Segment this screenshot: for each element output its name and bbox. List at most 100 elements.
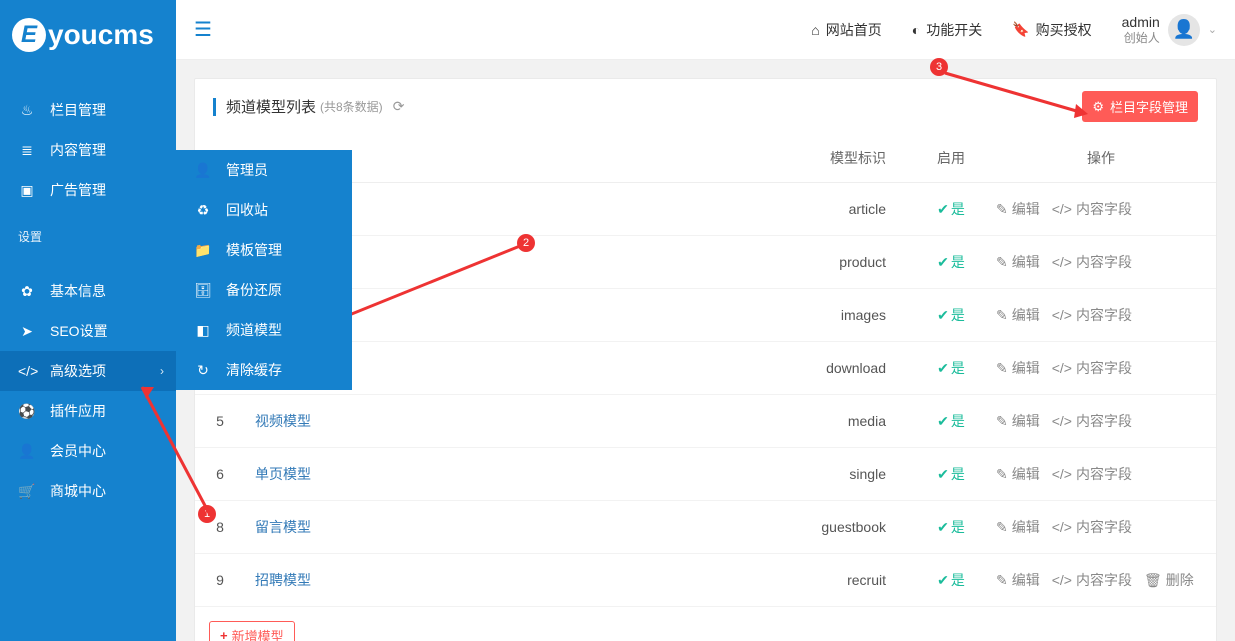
edit-link[interactable]: ✎编辑 [996,360,1040,376]
cell-ops: ✎编辑 </>内容字段 [986,448,1216,501]
button-label: 栏目字段管理 [1110,97,1188,116]
field-link[interactable]: </>内容字段 [1052,519,1132,535]
sidebar-item-label: 内容管理 [50,140,106,160]
edit-link[interactable]: ✎编辑 [996,307,1040,323]
topbar-home[interactable]: ⌂网站首页 [811,20,881,40]
cell-enable[interactable]: ✔是 [916,448,986,501]
sidebar-section-title: 设置 [0,210,176,251]
submenu-item-label: 管理员 [226,160,268,180]
cell-name[interactable]: 留言模型 [245,501,527,554]
sidebar-item-content[interactable]: ≣ 内容管理 [0,130,176,170]
cell-ident: images [527,289,916,342]
submenu-item-recycle[interactable]: ♻回收站 [176,190,352,230]
topbar-label: 购买授权 [1036,20,1092,40]
cell-ops: ✎编辑 </>内容字段 [986,289,1216,342]
field-link[interactable]: </>内容字段 [1052,307,1132,323]
refresh-icon[interactable]: ⟳ [393,98,405,115]
check-icon: ✔ [937,572,949,588]
sitemap-icon: ♨ [18,102,36,119]
sidebar-item-ads[interactable]: ▣广告管理 [0,170,176,210]
sidebar-nav-primary: ♨ 栏目管理 ≣ 内容管理 ▣广告管理 [0,70,176,210]
cell-enable[interactable]: ✔是 [916,342,986,395]
field-link[interactable]: </>内容字段 [1052,254,1132,270]
submenu-advanced: 👤 管理员 ♻回收站 📁模板管理 🗄备份还原 ◧频道模型 ↻清除缓存 [176,150,352,390]
edit-icon: ✎ [996,360,1008,376]
sidebar-item-columns[interactable]: ♨ 栏目管理 [0,90,176,130]
toggle-icon: ◐ [912,22,920,38]
refresh-icon: ↻ [194,362,212,379]
sidebar-item-label: 插件应用 [50,401,106,421]
edit-link[interactable]: ✎编辑 [996,254,1040,270]
submenu-item-channel[interactable]: ◧频道模型 [176,310,352,350]
cell-enable[interactable]: ✔是 [916,183,986,236]
list-icon: ≣ [18,142,36,159]
field-link[interactable]: </>内容字段 [1052,466,1132,482]
cell-enable[interactable]: ✔是 [916,554,986,607]
chevron-down-icon: ⌄ [1208,23,1217,36]
submenu-item-clear-cache[interactable]: ↻清除缓存 [176,350,352,390]
user-icon: 👤 [18,443,36,460]
add-model-button[interactable]: +新增模型 [209,621,295,641]
edit-link[interactable]: ✎编辑 [996,201,1040,217]
gear-icon: ✿ [18,283,36,300]
annotation-arrow-3 [940,68,1100,128]
code-icon: </> [1052,413,1072,429]
edit-icon: ✎ [996,254,1008,270]
sidebar-item-label: SEO设置 [50,321,108,341]
submenu-item-template[interactable]: 📁模板管理 [176,230,352,270]
table-row: 9招聘模型recruit✔是✎编辑</>内容字段🗑删除 [195,554,1216,607]
user-icon: 👤 [194,162,212,179]
sidebar-item-label: 广告管理 [50,180,106,200]
cell-enable[interactable]: ✔是 [916,236,986,289]
field-link[interactable]: </>内容字段 [1052,413,1132,429]
sidebar: Eyoucms ♨ 栏目管理 ≣ 内容管理 ▣广告管理 设置 ✿基本信息 ➤ SEO设… [0,0,176,641]
panel-title: 频道模型列表 [226,96,316,117]
submenu-item-admin[interactable]: 👤 管理员 [176,150,352,190]
hamburger-icon[interactable]: ☰ [194,17,212,42]
logo-text: youcms [48,19,154,51]
code-icon: </> [1052,572,1072,588]
field-link[interactable]: </>内容字段 [1052,572,1132,588]
edit-link[interactable]: ✎编辑 [996,413,1040,429]
field-link[interactable]: </>内容字段 [1052,201,1132,217]
cell-ops: ✎编辑 </>内容字段 [986,236,1216,289]
submenu-item-backup[interactable]: 🗄备份还原 [176,270,352,310]
delete-link[interactable]: 🗑删除 [1144,572,1194,588]
logo: Eyoucms [0,0,176,70]
sidebar-item-label: 商城中心 [50,481,106,501]
plane-icon: ➤ [18,323,36,340]
cell-index: 9 [195,554,245,607]
topbar-auth[interactable]: 🔖 购买授权 [1012,20,1091,40]
cell-name[interactable]: 招聘模型 [245,554,527,607]
cell-ident: single [527,448,916,501]
topbar-label: 功能开关 [926,20,982,40]
trash-icon: 🗑 [1144,572,1162,588]
sidebar-item-basic[interactable]: ✿基本信息 [0,271,176,311]
code-icon: </> [18,363,36,379]
th-ops: 操作 [986,134,1216,183]
th-enable: 启用 [916,134,986,183]
cell-ident: media [527,395,916,448]
edit-link[interactable]: ✎编辑 [996,466,1040,482]
panel-accent-bar [213,98,216,116]
edit-icon: ✎ [996,572,1008,588]
cell-name[interactable]: 视频模型 [245,395,527,448]
cell-enable[interactable]: ✔是 [916,289,986,342]
sidebar-item-label: 栏目管理 [50,100,106,120]
cell-name[interactable]: 单页模型 [245,448,527,501]
field-link[interactable]: </>内容字段 [1052,360,1132,376]
cell-enable[interactable]: ✔是 [916,501,986,554]
edit-link[interactable]: ✎编辑 [996,519,1040,535]
user-menu[interactable]: admin 创始人 👤 ⌄ [1122,14,1217,46]
sidebar-item-seo[interactable]: ➤ SEO设置 [0,311,176,351]
home-icon: ⌂ [811,22,819,38]
edit-link[interactable]: ✎编辑 [996,572,1040,588]
cell-enable[interactable]: ✔是 [916,395,986,448]
topbar-switch[interactable]: ◐ 功能开关 [912,20,982,40]
table-row: 6单页模型single✔是✎编辑</>内容字段 [195,448,1216,501]
topbar: ☰ ⌂网站首页 ◐ 功能开关 🔖 购买授权 admin 创始人 👤 ⌄ [176,0,1235,60]
check-icon: ✔ [937,307,949,323]
edit-icon: ✎ [996,413,1008,429]
edit-icon: ✎ [996,307,1008,323]
bookmark-icon: 🔖 [1012,21,1029,38]
